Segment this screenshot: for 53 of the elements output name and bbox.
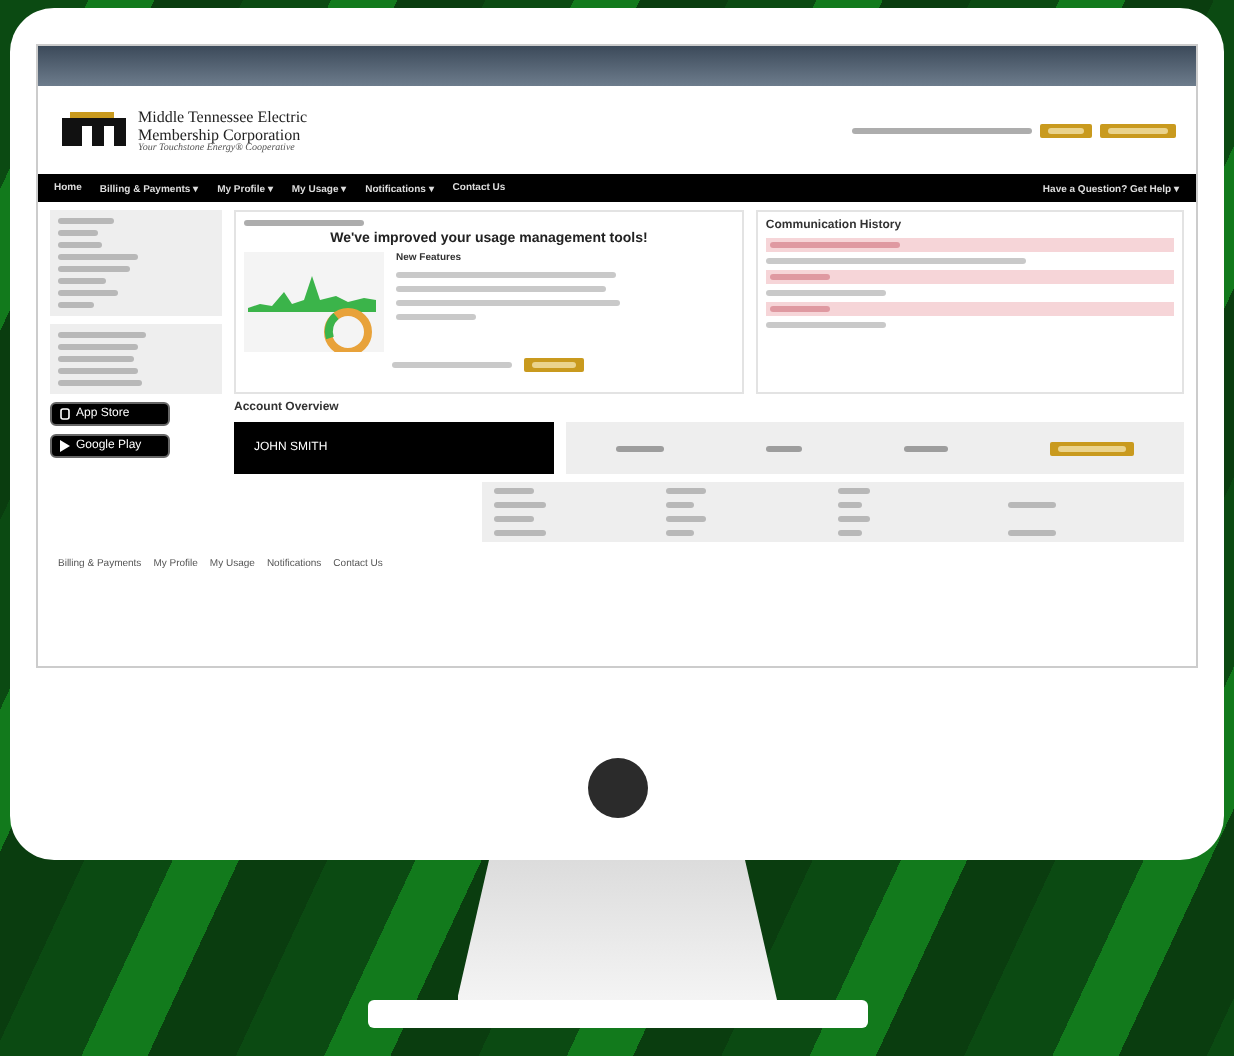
- blurred-text: [665, 516, 706, 522]
- action-button[interactable]: [1049, 441, 1134, 455]
- blurred-text: [616, 445, 665, 451]
- blurred-text: [58, 332, 146, 338]
- logo-text: Membership Corporation: [138, 125, 303, 143]
- blurred-text: [1108, 127, 1168, 133]
- usage-chart-drawing: [244, 252, 384, 352]
- blurred-text: [396, 314, 476, 320]
- blurred-text: [494, 488, 534, 494]
- blurred-text: [494, 516, 534, 522]
- blurred-text: [58, 290, 118, 296]
- logo-text: Middle Tennessee Electric: [138, 107, 308, 125]
- blurred-text: [1057, 445, 1126, 451]
- blurred-text: [1008, 530, 1057, 536]
- monitor-button-icon: [587, 758, 647, 818]
- blurred-text: [765, 290, 886, 296]
- phone-icon: [60, 408, 70, 420]
- blurred-text: [765, 322, 886, 328]
- blurred-text: [532, 362, 577, 368]
- blurred-text: [58, 302, 94, 308]
- blurred-text: [58, 230, 98, 236]
- blurred-text: [766, 445, 803, 451]
- blurred-text: [837, 516, 869, 522]
- blurred-text: [665, 488, 706, 494]
- blurred-text: [665, 502, 694, 508]
- logo-icon: [58, 110, 130, 150]
- blurred-text: [769, 242, 900, 248]
- blurred-text: [58, 254, 138, 260]
- play-icon: [60, 440, 70, 452]
- blurred-text: [58, 356, 134, 362]
- action-button[interactable]: [1100, 123, 1176, 137]
- blurred-text: [392, 362, 513, 368]
- blurred-text: [58, 380, 142, 386]
- blurred-text: [494, 530, 546, 536]
- blurred-text: [837, 530, 861, 536]
- blurred-text: [837, 502, 861, 508]
- blurred-text: [58, 266, 130, 272]
- blurred-text: [494, 502, 546, 508]
- blurred-text: [1048, 127, 1084, 133]
- blurred-text: [58, 218, 114, 224]
- blurred-text: [58, 242, 102, 248]
- blurred-text: [58, 368, 138, 374]
- action-button[interactable]: [524, 358, 585, 372]
- blurred-text: [58, 344, 138, 350]
- blurred-text: [769, 274, 830, 280]
- blurred-text: [1008, 502, 1057, 508]
- blurred-text: [837, 488, 869, 494]
- action-button[interactable]: [1040, 123, 1092, 137]
- blurred-text: [903, 445, 948, 451]
- blurred-text: [244, 220, 364, 226]
- blurred-text: [665, 530, 694, 536]
- blurred-text: [769, 306, 830, 312]
- blurred-text: [58, 278, 106, 284]
